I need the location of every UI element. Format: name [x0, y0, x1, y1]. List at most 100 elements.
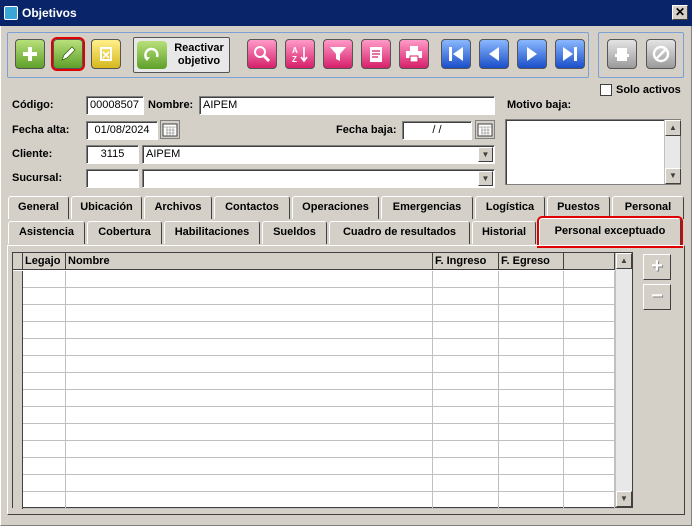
chevron-down-icon[interactable]: ▼	[478, 147, 493, 162]
filter-button[interactable]	[323, 39, 353, 69]
remove-row-button[interactable]: −	[643, 284, 671, 310]
row-selector[interactable]	[13, 356, 23, 373]
table-cell[interactable]	[433, 475, 499, 492]
table-cell[interactable]	[564, 458, 615, 475]
last-record-button[interactable]	[555, 39, 585, 69]
row-selector[interactable]	[13, 424, 23, 441]
reactivar-objetivo-button[interactable]: Reactivar objetivo	[133, 37, 230, 73]
table-cell[interactable]	[499, 339, 564, 356]
table-cell[interactable]	[66, 322, 433, 339]
scroll-down-icon[interactable]: ▼	[665, 168, 681, 184]
column-header-f-egreso[interactable]: F. Egreso	[499, 253, 564, 270]
table-cell[interactable]	[564, 424, 615, 441]
row-selector[interactable]	[13, 288, 23, 305]
row-selector[interactable]	[13, 322, 23, 339]
grid-scrollbar[interactable]: ▲ ▼	[615, 253, 632, 507]
tab-ubicacion[interactable]: Ubicación	[71, 196, 142, 219]
tab-habilitaciones[interactable]: Habilitaciones	[164, 221, 260, 244]
table-cell[interactable]	[433, 390, 499, 407]
table-cell[interactable]	[23, 322, 66, 339]
table-cell[interactable]	[564, 322, 615, 339]
column-header-legajo[interactable]: Legajo	[23, 253, 66, 270]
sucursal-code-field[interactable]	[86, 169, 139, 188]
nombre-field[interactable]: AIPEM	[199, 96, 495, 115]
table-cell[interactable]	[66, 407, 433, 424]
row-selector[interactable]	[13, 407, 23, 424]
delete-button[interactable]	[91, 39, 121, 69]
table-cell[interactable]	[499, 322, 564, 339]
table-cell[interactable]	[499, 441, 564, 458]
table-cell[interactable]	[433, 339, 499, 356]
table-cell[interactable]	[23, 390, 66, 407]
table-row[interactable]	[13, 407, 615, 424]
table-cell[interactable]	[564, 475, 615, 492]
table-cell[interactable]	[564, 492, 615, 509]
table-cell[interactable]	[564, 407, 615, 424]
table-cell[interactable]	[23, 373, 66, 390]
table-cell[interactable]	[499, 424, 564, 441]
row-selector[interactable]	[13, 492, 23, 509]
column-header-f-ingreso[interactable]: F. Ingreso	[433, 253, 499, 270]
row-selector[interactable]	[13, 305, 23, 322]
sucursal-select[interactable]: ▼	[142, 169, 495, 188]
tab-cobertura[interactable]: Cobertura	[87, 221, 162, 244]
table-row[interactable]	[13, 424, 615, 441]
table-row[interactable]	[13, 305, 615, 322]
tab-asistencia[interactable]: Asistencia	[8, 221, 85, 244]
row-selector[interactable]	[13, 441, 23, 458]
table-cell[interactable]	[499, 475, 564, 492]
cliente-code-field[interactable]: 3115	[86, 145, 139, 164]
print-button[interactable]	[399, 39, 429, 69]
table-cell[interactable]	[433, 492, 499, 509]
column-header-extra[interactable]	[564, 253, 615, 270]
table-cell[interactable]	[499, 407, 564, 424]
table-cell[interactable]	[564, 305, 615, 322]
table-cell[interactable]	[66, 475, 433, 492]
motivo-baja-scrollbar[interactable]: ▲ ▼	[664, 120, 681, 184]
first-record-button[interactable]	[441, 39, 471, 69]
table-cell[interactable]	[499, 458, 564, 475]
row-selector[interactable]	[13, 390, 23, 407]
table-cell[interactable]	[499, 390, 564, 407]
table-cell[interactable]	[433, 424, 499, 441]
row-selector[interactable]	[13, 458, 23, 475]
fecha-alta-calendar-button[interactable]	[160, 120, 180, 139]
motivo-baja-textarea[interactable]: ▲ ▼	[505, 119, 681, 185]
table-cell[interactable]	[564, 356, 615, 373]
tab-operaciones[interactable]: Operaciones	[292, 196, 379, 219]
table-cell[interactable]	[499, 356, 564, 373]
search-button[interactable]	[247, 39, 277, 69]
table-cell[interactable]	[23, 424, 66, 441]
personal-exceptuado-grid[interactable]: Legajo Nombre F. Ingreso F. Egreso ▲ ▼	[12, 252, 633, 509]
table-cell[interactable]	[564, 373, 615, 390]
scroll-down-icon[interactable]: ▼	[616, 491, 632, 507]
table-row[interactable]	[13, 390, 615, 407]
table-cell[interactable]	[23, 441, 66, 458]
tab-emergencias[interactable]: Emergencias	[381, 196, 473, 219]
table-row[interactable]	[13, 356, 615, 373]
table-cell[interactable]	[23, 458, 66, 475]
fecha-baja-field[interactable]: / /	[402, 121, 472, 140]
table-cell[interactable]	[564, 271, 615, 288]
table-cell[interactable]	[433, 441, 499, 458]
row-selector[interactable]	[13, 373, 23, 390]
table-cell[interactable]	[433, 305, 499, 322]
table-cell[interactable]	[66, 492, 433, 509]
table-cell[interactable]	[564, 390, 615, 407]
scroll-up-icon[interactable]: ▲	[616, 253, 632, 269]
table-row[interactable]	[13, 475, 615, 492]
table-cell[interactable]	[433, 407, 499, 424]
row-selector[interactable]	[13, 475, 23, 492]
table-cell[interactable]	[433, 356, 499, 373]
chevron-down-icon[interactable]: ▼	[478, 171, 493, 186]
tab-cuadro-de-resultados[interactable]: Cuadro de resultados	[329, 221, 470, 244]
table-cell[interactable]	[66, 339, 433, 356]
table-cell[interactable]	[66, 356, 433, 373]
table-cell[interactable]	[499, 271, 564, 288]
prev-record-button[interactable]	[479, 39, 509, 69]
tab-historial[interactable]: Historial	[472, 221, 536, 244]
table-row[interactable]	[13, 271, 615, 288]
table-cell[interactable]	[23, 288, 66, 305]
report-button[interactable]	[361, 39, 391, 69]
table-cell[interactable]	[433, 271, 499, 288]
